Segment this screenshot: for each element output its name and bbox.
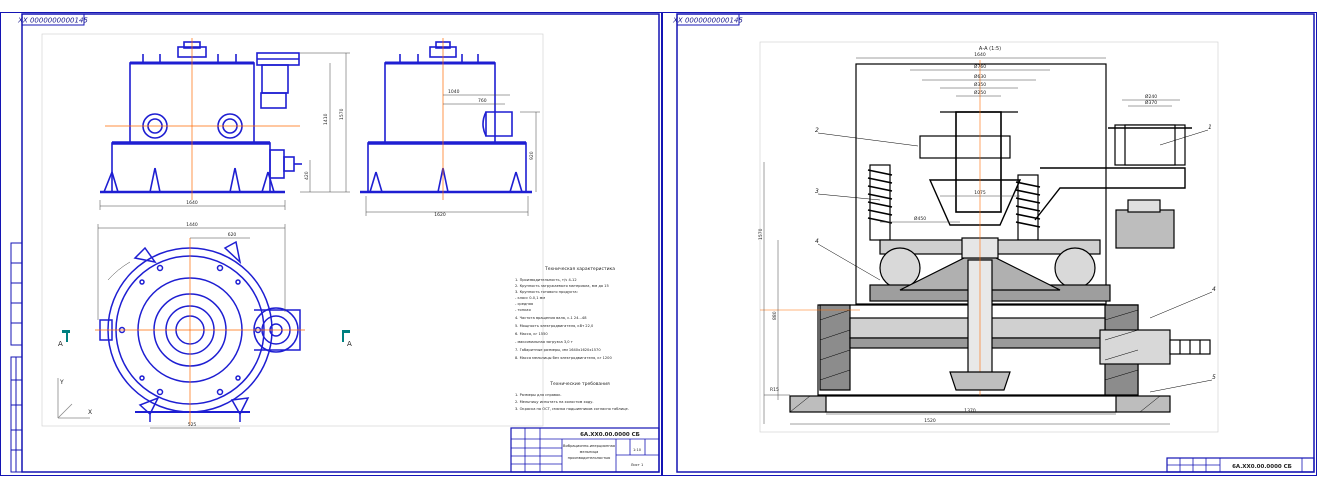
section-title: А-А (1:5) <box>979 46 1001 52</box>
svg-text:6. Масса, кг: 6. Масса, кг 1550 <box>515 332 548 336</box>
callout-4-upper: 4 <box>815 238 819 245</box>
sec-dim-top-width: 1640 <box>974 52 986 58</box>
sec-dim-height-l: 1570 <box>758 228 764 240</box>
ucs-y-label: Y <box>59 379 64 386</box>
section-marker-right: А <box>342 330 352 348</box>
sec-dim-c: Ø350 <box>974 81 986 88</box>
left-sheet: XX 0000000000145 1640 1570 1410 420 1620… <box>0 12 662 476</box>
svg-text:7. Габаритные размеры, мм: 7. Габаритные размеры, мм 1640x1620x1570 <box>515 348 601 352</box>
left-title-sheet: Лист 1 <box>631 463 644 467</box>
plan-dim-r-b: 525 <box>188 422 197 428</box>
right-corner-stamp: XX 0000000000145 <box>672 17 743 25</box>
left-title-name-2: мельница <box>580 450 599 454</box>
right-title-doc-number: 6А.ХХ0.00.0000 СБ <box>1232 464 1292 470</box>
svg-text:8. Масса мельницы без электрод: 8. Масса мельницы без электродвигателя, … <box>515 356 612 360</box>
tech-req-lines: 1. Размеры для справок. 2. Мельницу испы… <box>515 393 629 411</box>
sec-dim-f: Ø370 <box>1145 99 1157 106</box>
svg-text:А: А <box>58 340 63 348</box>
springs <box>867 169 1041 228</box>
side-view-dims <box>365 94 540 216</box>
left-corner-stamp: XX 0000000000145 <box>17 17 88 25</box>
left-title-scale: 1:10 <box>633 448 642 452</box>
left-title-name-1: Вибрационно-инерционная <box>563 444 615 448</box>
side-view <box>360 41 532 194</box>
sec-dim-e: Ø240 <box>1145 93 1157 100</box>
svg-text:2. Крупность загружаемого мате: 2. Крупность загружаемого материала, мм … <box>515 284 609 288</box>
left-title-name-3: производительностью <box>568 456 611 460</box>
plan-view <box>99 240 301 422</box>
plan-view-axes <box>95 238 305 425</box>
svg-text:А: А <box>347 340 352 348</box>
tech-char-title: Техническая характеристика <box>544 266 615 272</box>
front-dim-height-b: 1410 <box>323 113 329 125</box>
sec-dim-base-w: 1520 <box>924 418 936 424</box>
sec-dim-d: Ø250 <box>974 89 986 96</box>
callout-5: 5 <box>1212 374 1216 381</box>
svg-text:3. Окраска по ОСТ, смазка подш: 3. Окраска по ОСТ, смазка подшипников со… <box>515 407 629 411</box>
sec-dim-small: R15 <box>770 387 779 393</box>
side-dim-top-a: 1040 <box>448 89 460 95</box>
side-dim-width: 1620 <box>434 212 446 218</box>
left-margin-stamps <box>10 242 23 473</box>
plan-view-dims <box>97 224 286 429</box>
right-sheet: XX 0000000000145 А-А (1:5) 1640 Ø760 Ø63… <box>662 12 1317 476</box>
svg-text:1. Производительность, т/ч: 1. Производительность, т/ч 4-12 <box>515 278 577 282</box>
svg-text:- максимальная загрузка: - максимальная загрузка 3,0 т <box>515 340 573 344</box>
side-dim-height: 920 <box>529 151 535 160</box>
svg-text:4. Частота вращения вала, с-1: 4. Частота вращения вала, с-1 24...48 <box>515 316 587 320</box>
sec-dim-height-m: 880 <box>772 311 778 320</box>
ucs-x-label: X <box>88 409 92 416</box>
section-marker-left: А <box>58 330 70 348</box>
front-dim-height-a: 1570 <box>339 108 345 120</box>
svg-text:- тонкая: - тонкая <box>515 308 531 312</box>
sec-dim-b: Ø630 <box>974 73 986 80</box>
tech-char-lines: 1. Производительность, т/ч 4-12 2. Крупн… <box>515 278 612 360</box>
front-view <box>100 41 302 194</box>
left-title-doc-number: 6А.ХХ0.00.0000 СБ <box>580 432 640 438</box>
svg-text:- средняя: - средняя <box>515 302 533 306</box>
callout-1: 1 <box>1208 124 1212 131</box>
callout-4-lower: 4 <box>1212 286 1216 293</box>
cad-sheets: XX 0000000000145 1640 1570 1410 420 1620… <box>0 12 1317 476</box>
drawing-canvas: XX 0000000000145 1640 1570 1410 420 1620… <box>0 0 1317 481</box>
sec-dim-a: Ø760 <box>974 63 986 70</box>
sec-dim-g: Ø450 <box>914 215 926 222</box>
front-dim-height-c: 420 <box>304 171 310 180</box>
svg-text:2. Мельницу испытать на холост: 2. Мельницу испытать на холостом ходу. <box>515 400 594 404</box>
plan-dim-diam: 1440 <box>186 222 198 228</box>
svg-text:- класс 0-0,1 мм: - класс 0-0,1 мм <box>515 296 545 300</box>
callout-2: 2 <box>815 127 819 134</box>
tech-req-title: Технические требования <box>549 381 610 387</box>
plan-dim-r-a: 620 <box>228 232 237 238</box>
front-dim-width: 1640 <box>186 200 198 206</box>
svg-text:3. Крупность готового продукта: 3. Крупность готового продукта: <box>515 290 578 294</box>
side-dim-top-b: 760 <box>478 98 487 104</box>
sec-dim-inner: 1075 <box>974 190 986 196</box>
sec-dim-lower-w: 1370 <box>964 408 976 414</box>
callout-3: 3 <box>815 188 819 195</box>
svg-text:1. Размеры для справок.: 1. Размеры для справок. <box>515 393 562 397</box>
svg-text:5. Мощность электродвигателя,: 5. Мощность электродвигателя, кВт 22,0 <box>515 324 594 328</box>
